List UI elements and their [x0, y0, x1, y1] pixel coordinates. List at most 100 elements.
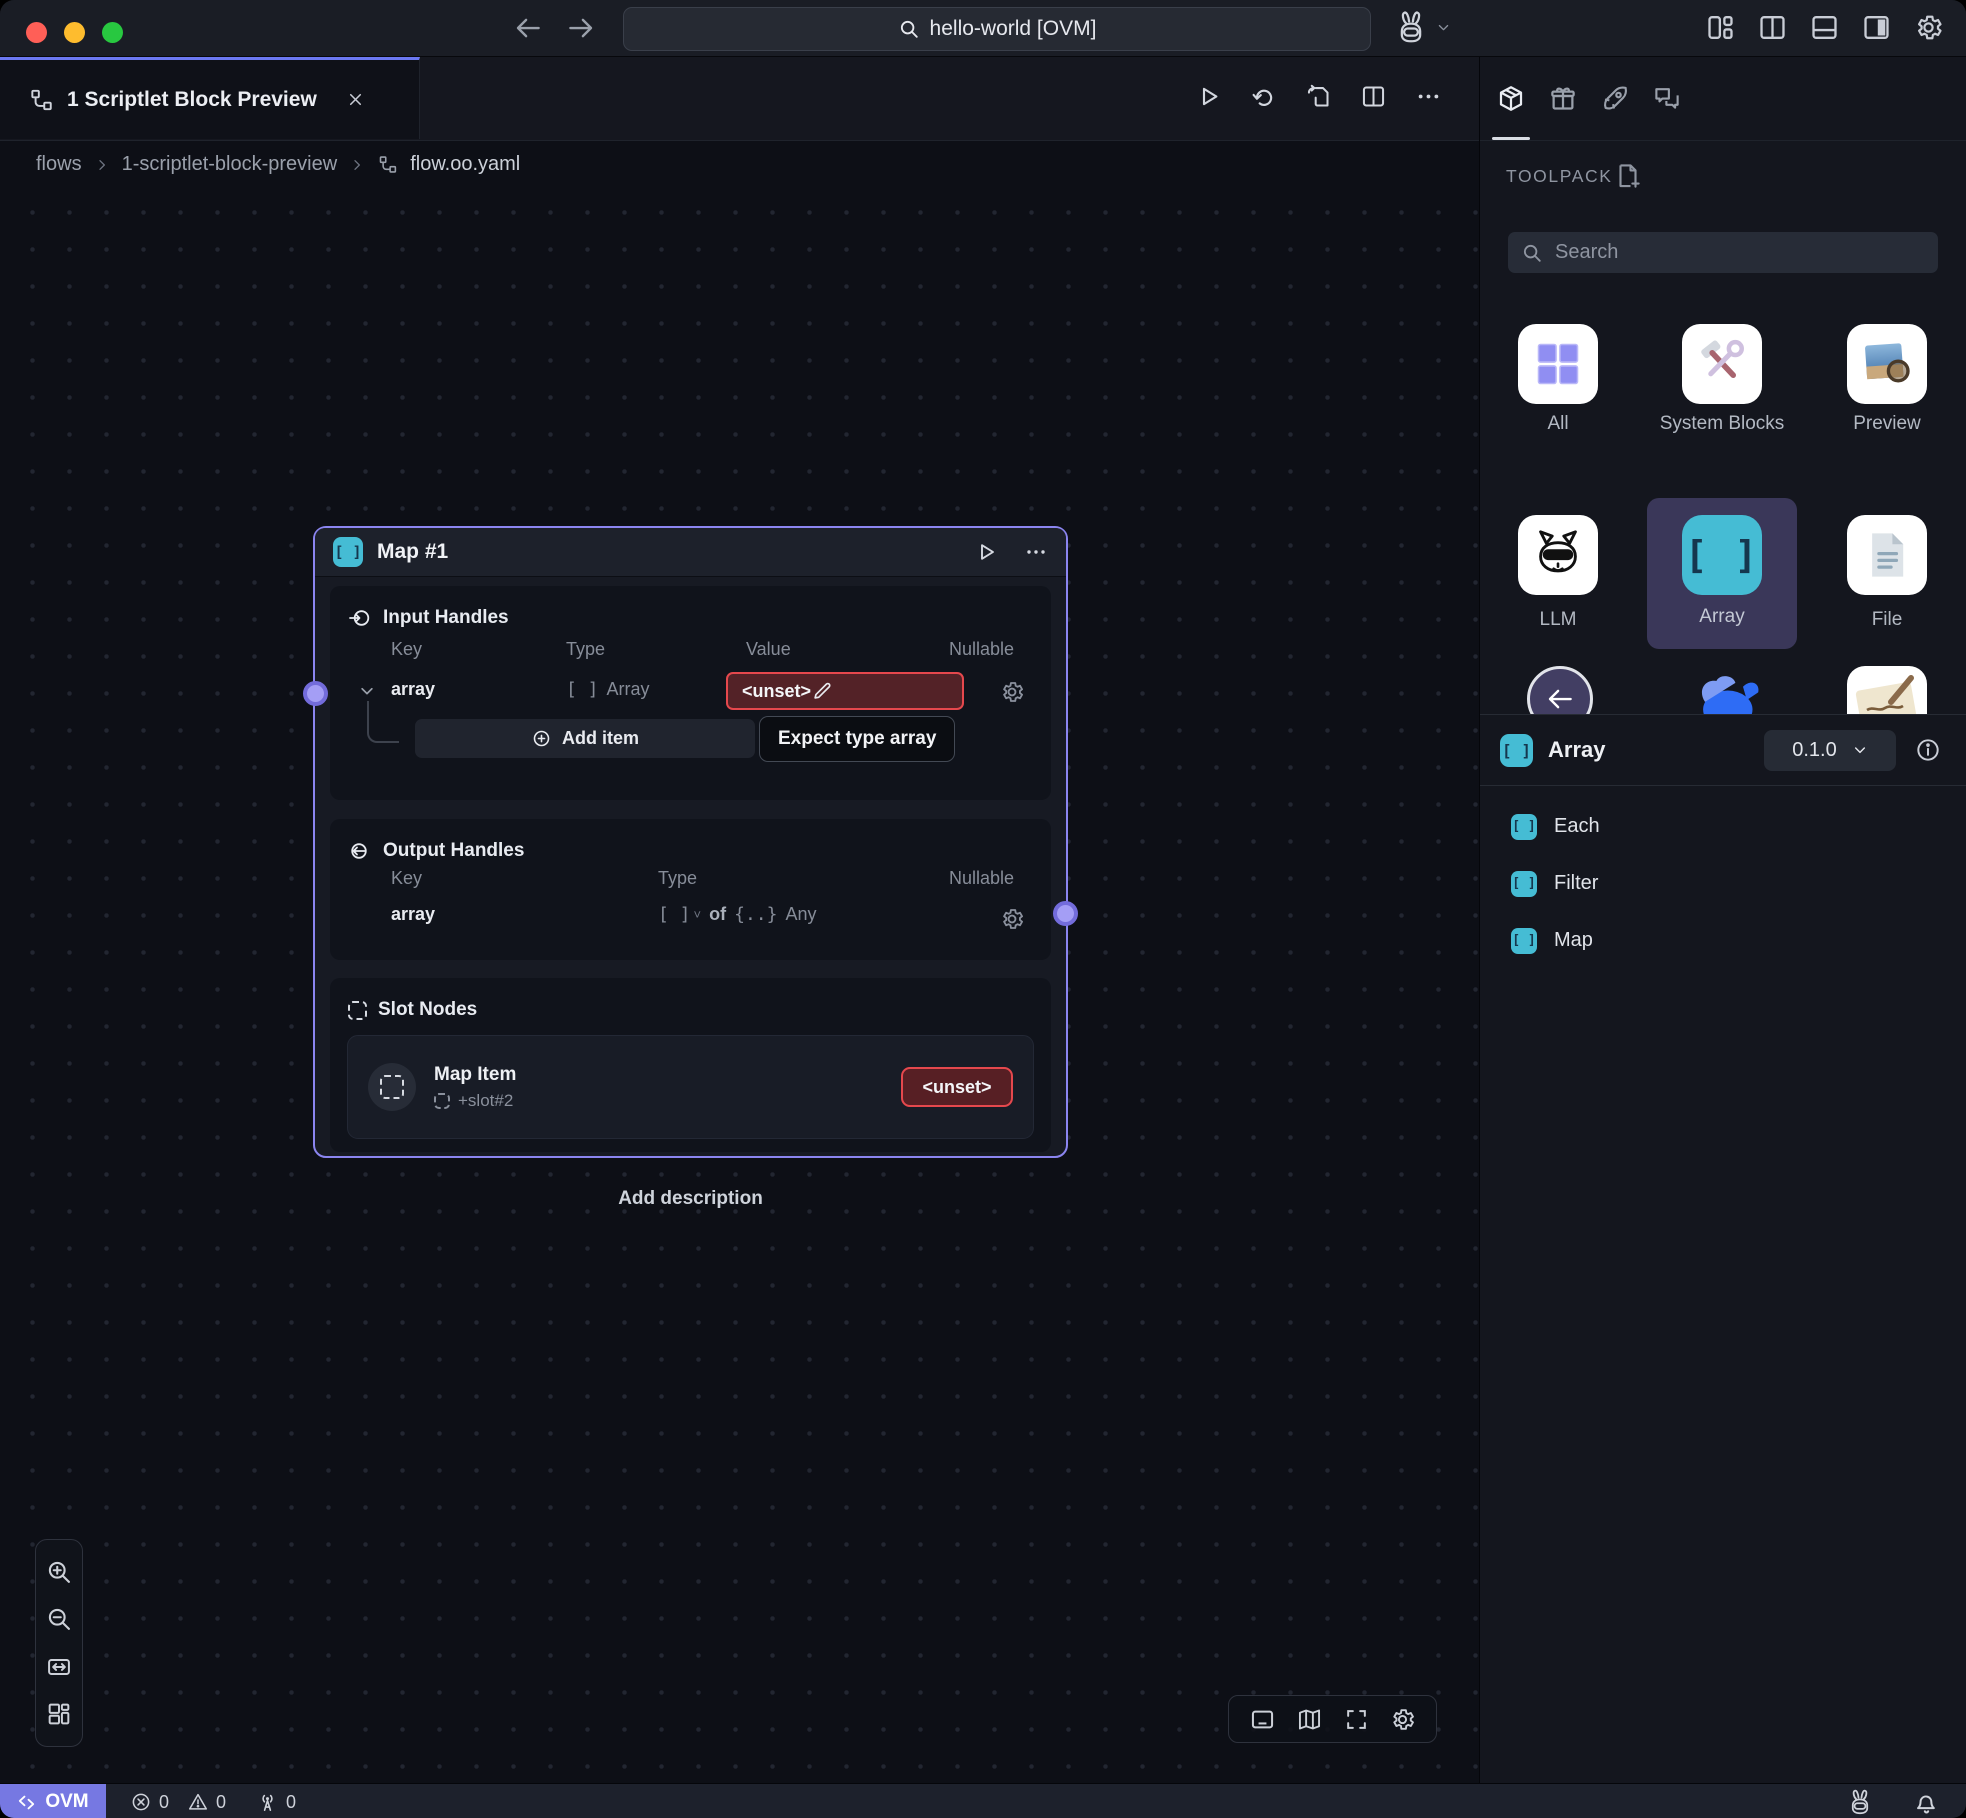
search-icon — [898, 18, 920, 40]
zoom-in-icon[interactable] — [45, 1558, 73, 1586]
zoom-toolbar — [35, 1539, 83, 1747]
toggle-right-sidebar-icon[interactable] — [1861, 12, 1892, 43]
detail-title: Array — [1548, 737, 1605, 763]
problems-indicator[interactable]: 0 0 — [130, 1791, 226, 1813]
auto-layout-icon[interactable] — [45, 1700, 73, 1728]
breadcrumb-file[interactable]: flow.oo.yaml — [410, 153, 520, 176]
canvas-toolbar — [1228, 1695, 1437, 1743]
canvas-settings-gear-icon[interactable] — [1389, 1706, 1416, 1733]
expect-type-tooltip: Expect type array — [759, 716, 955, 762]
assistant-menu[interactable] — [1392, 8, 1451, 46]
detail-item-each[interactable]: [ ] Each — [1480, 798, 1966, 855]
tool-label-file: File — [1812, 607, 1962, 632]
slot-unset-badge[interactable]: <unset> — [901, 1067, 1013, 1107]
tool-file[interactable] — [1847, 515, 1927, 595]
add-description-button[interactable]: Add description — [313, 1188, 1068, 1210]
tab-deploy-rocket-icon[interactable] — [1600, 57, 1630, 140]
broadcast-indicator[interactable]: 0 — [256, 1791, 296, 1814]
right-sidebar: TOOLPACK — [1479, 57, 1966, 1783]
chevron-right-icon — [94, 157, 110, 173]
new-toolpack-file-plus-icon[interactable] — [1613, 161, 1643, 191]
col-nullable: Nullable — [949, 639, 1014, 660]
run-node-icon[interactable] — [974, 540, 998, 564]
array-block-icon: [ ] — [1511, 928, 1537, 954]
tool-preview[interactable] — [1847, 324, 1927, 404]
slot-avatar — [368, 1063, 416, 1111]
node-title: Map #1 — [377, 540, 448, 564]
tool-notes-partial[interactable] — [1847, 666, 1927, 714]
tab-toolpack-cube-icon[interactable] — [1496, 57, 1526, 140]
slot-node-card[interactable]: Map Item +slot#2 <unset> — [347, 1035, 1034, 1139]
node-header[interactable]: [ ] Map #1 — [315, 528, 1066, 577]
tool-llm[interactable] — [1518, 515, 1598, 595]
back-button[interactable] — [513, 13, 543, 43]
llm-corgi-icon — [1529, 526, 1587, 584]
rerun-icon[interactable] — [1250, 83, 1277, 110]
add-item-button[interactable]: Add item — [415, 719, 755, 758]
slot-nodes-title: Slot Nodes — [378, 999, 477, 1021]
export-file-icon[interactable] — [1305, 83, 1332, 110]
breadcrumb-flows[interactable]: flows — [36, 153, 82, 176]
command-search-box[interactable]: hello-world [OVM] — [623, 7, 1371, 51]
tool-label-array: Array — [1647, 604, 1797, 629]
version-select[interactable]: 0.1.0 — [1764, 730, 1896, 771]
detail-item-filter[interactable]: [ ] Filter — [1480, 855, 1966, 912]
input-connection-handle[interactable] — [303, 681, 328, 706]
minimap-icon[interactable] — [1296, 1706, 1323, 1733]
split-view-icon[interactable] — [1360, 83, 1387, 110]
bell-icon[interactable] — [1913, 1789, 1940, 1816]
tool-blue-partial[interactable] — [1686, 675, 1762, 714]
tool-all[interactable] — [1518, 324, 1598, 404]
toolpack-search[interactable] — [1508, 232, 1938, 273]
toolpack-search-input[interactable] — [1553, 240, 1925, 265]
rabbit-mascot-icon[interactable] — [1845, 1787, 1875, 1817]
tab-scriptlet-block-preview[interactable]: 1 Scriptlet Block Preview — [0, 57, 420, 139]
tree-connector — [367, 701, 399, 743]
flow-canvas[interactable]: [ ] Map #1 Input Handles — [0, 188, 1479, 1784]
output-connection-handle[interactable] — [1053, 901, 1078, 926]
fit-view-icon[interactable] — [45, 1653, 73, 1681]
col-key: Key — [391, 868, 422, 889]
close-tab-icon[interactable] — [346, 90, 365, 109]
run-icon[interactable] — [1195, 83, 1222, 110]
error-count: 0 — [159, 1792, 169, 1813]
zoom-out-icon[interactable] — [45, 1605, 73, 1633]
minimize-window-button[interactable] — [64, 22, 85, 43]
type-chevron-icon[interactable]: ˅ — [694, 907, 702, 922]
zoom-window-button[interactable] — [102, 22, 123, 43]
output-handles-section: Output Handles Key Type Nullable array [… — [330, 819, 1051, 960]
info-icon[interactable] — [1914, 736, 1942, 764]
settings-gear-icon[interactable] — [1913, 12, 1944, 43]
forward-button[interactable] — [566, 13, 596, 43]
input-value-unset-field[interactable]: <unset> — [726, 672, 964, 710]
close-window-button[interactable] — [26, 22, 47, 43]
tool-return-partial[interactable] — [1527, 666, 1593, 714]
tool-system-blocks[interactable] — [1682, 324, 1762, 404]
tab-extensions-gift-icon[interactable] — [1548, 57, 1578, 140]
remote-ovm-badge[interactable]: OVM — [0, 1784, 106, 1818]
slot-ref: +slot#2 — [458, 1091, 513, 1111]
tab-chat-icon[interactable] — [1652, 57, 1682, 140]
plus-circle-icon — [531, 728, 552, 749]
handle-settings-gear-icon[interactable] — [999, 679, 1025, 705]
array-type-glyph: [ ] — [566, 679, 599, 700]
array-block-icon: [ ] — [1682, 515, 1762, 595]
detail-item-map[interactable]: [ ] Map — [1480, 912, 1966, 969]
breadcrumb-folder[interactable]: 1-scriptlet-block-preview — [122, 153, 338, 176]
titlebar: hello-world [OVM] — [0, 0, 1966, 57]
tool-array-selected[interactable]: [ ] Array — [1647, 498, 1797, 649]
split-editor-icon[interactable] — [1757, 12, 1788, 43]
node-more-icon[interactable] — [1024, 540, 1048, 564]
edit-pencil-icon[interactable] — [811, 680, 833, 702]
fullscreen-icon[interactable] — [1344, 1707, 1369, 1732]
customize-layout-icon[interactable] — [1705, 12, 1736, 43]
more-actions-icon[interactable] — [1415, 83, 1442, 110]
toggle-panel-icon[interactable] — [1249, 1706, 1276, 1733]
collapse-chevron-icon[interactable] — [358, 682, 376, 700]
all-blocks-icon — [1532, 338, 1584, 390]
toggle-panel-icon[interactable] — [1809, 12, 1840, 43]
map-node[interactable]: [ ] Map #1 Input Handles — [313, 526, 1068, 1158]
breadcrumb: flows 1-scriptlet-block-preview flow.oo.… — [0, 141, 1479, 188]
handle-settings-gear-icon[interactable] — [999, 906, 1025, 932]
command-search-value: hello-world [OVM] — [930, 17, 1097, 41]
